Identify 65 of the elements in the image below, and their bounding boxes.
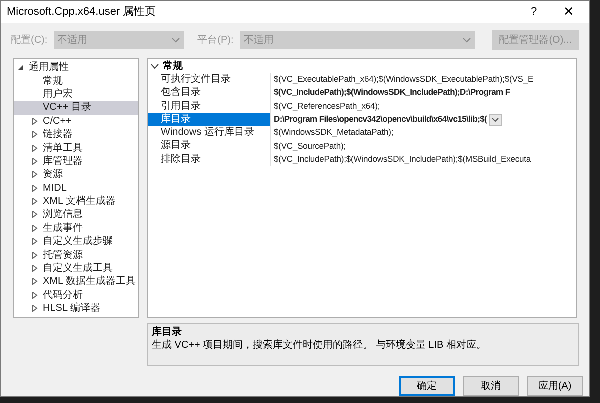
dropdown-button[interactable]: [489, 114, 502, 126]
tree-item[interactable]: XML 文档生成器: [43, 195, 116, 208]
property-value[interactable]: $(VC_ExecutablePath_x64);$(WindowsSDK_ExecutablePath);$(VS_E: [274, 73, 534, 86]
chevron-down-icon[interactable]: [151, 64, 159, 70]
tree-item[interactable]: C/C++: [43, 114, 72, 128]
property-name[interactable]: 源目录: [148, 139, 270, 153]
collapsed-triangle-icon[interactable]: [32, 184, 38, 192]
chevron-down-icon: [462, 38, 471, 42]
tree-item[interactable]: VC++ 目录: [43, 101, 92, 114]
collapsed-triangle-icon[interactable]: [32, 118, 38, 125]
collapsed-triangle-icon[interactable]: [32, 238, 38, 246]
tree-item[interactable]: 用户宏: [43, 88, 73, 101]
collapsed-triangle-icon[interactable]: [32, 198, 38, 206]
property-name[interactable]: 可执行文件目录: [148, 73, 270, 86]
window-title: Microsoft.Cpp.x64.user 属性页: [7, 4, 158, 20]
close-button[interactable]: ✕: [549, 2, 589, 22]
property-name[interactable]: 排除目录: [148, 152, 270, 166]
property-value[interactable]: $(WindowsSDK_MetadataPath);: [274, 126, 394, 140]
collapsed-triangle-icon[interactable]: [32, 224, 38, 232]
collapsed-triangle-icon[interactable]: [32, 131, 38, 138]
category-header[interactable]: 常规: [163, 60, 183, 73]
tree-item[interactable]: 资源: [43, 168, 63, 182]
property-value[interactable]: $(VC_IncludePath);$(WindowsSDK_IncludePath);$(MSBuild_Executa: [274, 152, 532, 166]
chevron-down-icon: [492, 118, 500, 122]
property-name[interactable]: 包含目录: [148, 86, 270, 100]
dialog-button[interactable]: 取消: [463, 376, 519, 396]
tree-item[interactable]: 常规: [43, 74, 63, 88]
property-value[interactable]: $(VC_ReferencesPath_x64);: [274, 100, 380, 113]
tree-item[interactable]: 自定义生成步骤: [43, 235, 113, 248]
collapsed-triangle-icon[interactable]: [32, 144, 38, 152]
collapsed-triangle-icon[interactable]: [32, 158, 38, 165]
property-name[interactable]: 引用目录: [148, 100, 270, 113]
dialog-button[interactable]: 应用(A): [527, 376, 583, 396]
description-text: 生成 VC++ 项目期间，搜索库文件时使用的路径。 与环境变量 LIB 相对应。: [152, 339, 488, 352]
tree-item[interactable]: 托管资源: [43, 248, 83, 262]
collapsed-triangle-icon[interactable]: [32, 278, 38, 286]
property-value[interactable]: $(VC_SourcePath);: [274, 140, 346, 153]
help-button[interactable]: ?: [519, 4, 549, 20]
tree-item[interactable]: 自定义生成工具: [43, 262, 113, 276]
tree-item[interactable]: 库管理器: [43, 154, 83, 168]
tree-item[interactable]: HLSL 编译器: [43, 302, 100, 316]
tree-item[interactable]: 生成事件: [43, 222, 83, 235]
tree-item[interactable]: 链接器: [43, 128, 73, 142]
field-label: 平台(P):: [198, 34, 234, 48]
description-title: 库目录: [152, 326, 183, 339]
tree-item[interactable]: MIDL: [43, 182, 67, 195]
property-name[interactable]: 库目录: [148, 112, 270, 126]
field-label: 配置(C):: [11, 34, 48, 48]
collapsed-triangle-icon[interactable]: [32, 211, 38, 218]
expanded-triangle-icon[interactable]: [18, 64, 24, 72]
tree-item[interactable]: 浏览信息: [43, 208, 83, 222]
collapsed-triangle-icon[interactable]: [32, 252, 38, 259]
dialog-button[interactable]: 确定: [399, 376, 455, 396]
tree-item[interactable]: 通用属性: [29, 61, 69, 74]
collapsed-triangle-icon[interactable]: [32, 265, 38, 272]
tree-item[interactable]: 代码分析: [43, 288, 83, 302]
collapsed-triangle-icon[interactable]: [32, 305, 38, 312]
property-name[interactable]: Windows 运行库目录: [148, 126, 270, 140]
property-value[interactable]: $(VC_IncludePath);$(WindowsSDK_IncludePath);D:\Program F: [274, 86, 510, 100]
collapsed-triangle-icon[interactable]: [32, 171, 38, 178]
collapsed-triangle-icon[interactable]: [32, 292, 38, 299]
tree-item[interactable]: 清单工具: [43, 142, 83, 155]
tree-item[interactable]: XML 数据生成器工具: [43, 275, 136, 288]
property-value[interactable]: D:\Program Files\opencv342\opencv\build\x64\vc15\lib;$(: [274, 113, 488, 126]
chevron-down-icon: [172, 38, 180, 42]
